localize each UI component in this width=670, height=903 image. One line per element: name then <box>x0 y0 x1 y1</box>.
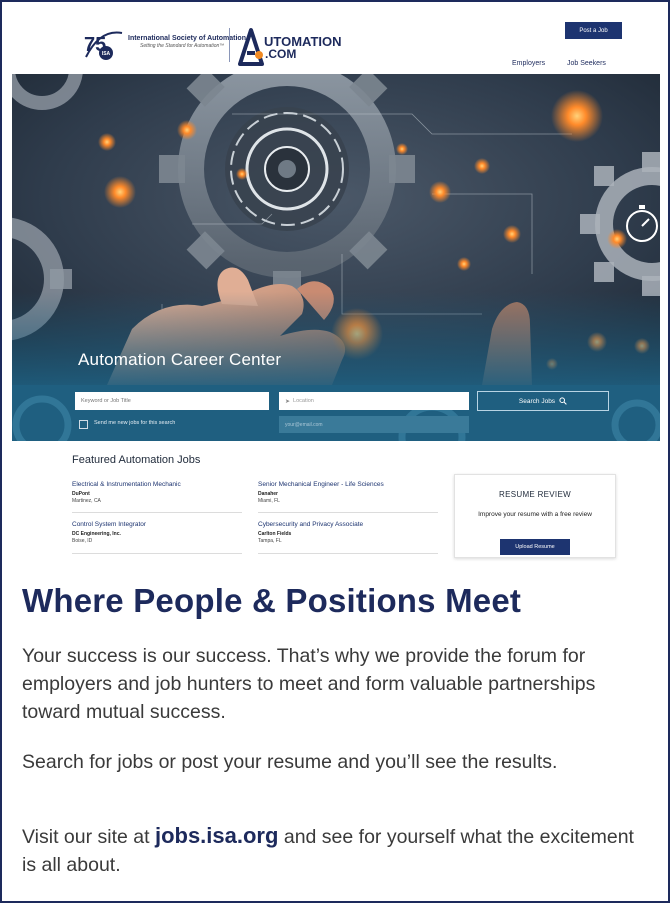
hero-title: Automation Career Center <box>78 350 282 369</box>
site-header: 75 ISA International Society of Automati… <box>12 12 660 74</box>
page-frame: 75 ISA International Society of Automati… <box>0 0 670 903</box>
visit-prefix: Visit our site at <box>22 826 155 848</box>
location-input[interactable]: ➤ Location <box>279 392 469 410</box>
location-placeholder: Location <box>293 398 314 404</box>
headline: Where People & Positions Meet <box>22 582 522 619</box>
job-listing-2[interactable]: Senior Mechanical Engineer - Life Scienc… <box>258 481 428 504</box>
paragraph-success: Your success is our success. That’s why … <box>22 645 596 723</box>
isa-tagline: Setting the Standard for Automation™ <box>140 43 225 49</box>
search-jobs-button[interactable]: Search Jobs <box>477 391 609 411</box>
job-title[interactable]: Cybersecurity and Privacy Associate <box>258 521 428 528</box>
job-company: Carlton Fields <box>258 531 292 537</box>
job-alert-label: Send me new jobs for this search <box>94 420 176 426</box>
paragraph-search: Search for jobs or post your resume and … <box>22 751 558 773</box>
resume-review-card: RESUME REVIEW Improve your resume with a… <box>454 474 616 558</box>
job-alert-checkbox[interactable] <box>79 420 88 429</box>
job-listing-1[interactable]: Electrical & Instrumentation Mechanic Du… <box>72 481 242 504</box>
job-title[interactable]: Control System Integrator <box>72 521 242 528</box>
job-listing-3[interactable]: Control System Integrator DC Engineering… <box>72 521 242 544</box>
jobs-isa-link[interactable]: jobs.isa.org <box>155 823 278 848</box>
featured-jobs-title: Featured Automation Jobs <box>72 454 201 466</box>
job-divider <box>258 512 438 513</box>
job-divider <box>72 512 242 513</box>
logo-divider <box>229 28 230 62</box>
hero-image <box>12 74 660 385</box>
location-pin-icon: ➤ <box>285 398 291 405</box>
paragraph-visit: Visit our site at jobs.isa.org and see f… <box>22 822 652 879</box>
resume-review-title: RESUME REVIEW <box>499 490 571 499</box>
post-a-job-button[interactable]: Post a Job <box>565 22 622 39</box>
job-title[interactable]: Senior Mechanical Engineer - Life Scienc… <box>258 481 428 488</box>
hero-banner: Automation Career Center <box>12 74 660 385</box>
job-company: Danaher <box>258 491 279 497</box>
job-company: DC Engineering, Inc. <box>72 531 121 537</box>
alert-email-input[interactable]: your@email.com <box>279 416 469 433</box>
job-divider <box>72 553 242 554</box>
automation-logo-bottom: .COM <box>265 47 296 61</box>
search-jobs-label: Search Jobs <box>518 397 556 405</box>
search-icon <box>559 397 567 405</box>
nav-job-seekers[interactable]: Job Seekers <box>567 60 606 67</box>
job-listing-4[interactable]: Cybersecurity and Privacy Associate Carl… <box>258 521 428 544</box>
job-title[interactable]: Electrical & Instrumentation Mechanic <box>72 481 242 488</box>
automation-com-logo[interactable]: UTOMATION .COM <box>238 26 356 66</box>
resume-review-text: Improve your resume with a free review <box>478 511 592 518</box>
keyword-input[interactable] <box>75 392 269 410</box>
job-location: Boise, ID <box>72 538 93 544</box>
nav-employers[interactable]: Employers <box>512 60 545 67</box>
job-company: DuPont <box>72 491 90 497</box>
job-location: Tampa, FL <box>258 538 282 544</box>
isa-logo-abbr: ISA <box>102 51 111 57</box>
job-location: Martinez, CA <box>72 498 101 504</box>
job-divider <box>258 553 438 554</box>
isa-75-logo[interactable]: 75 ISA <box>80 27 124 63</box>
upload-resume-button[interactable]: Upload Resume <box>500 539 570 555</box>
job-location: Miami, FL <box>258 498 280 504</box>
